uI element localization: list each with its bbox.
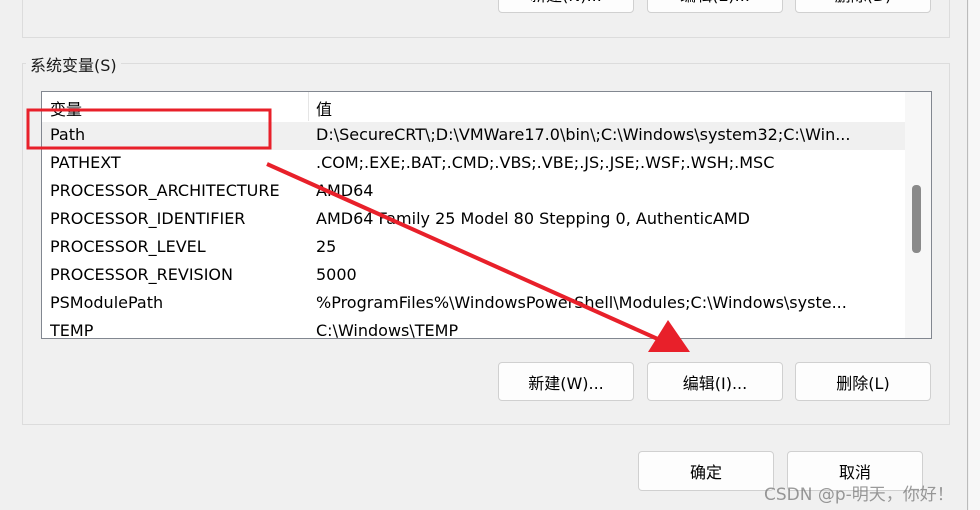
watermark: CSDN @p-明天，你好！ [764, 485, 954, 505]
annotation-overlay [26, 108, 690, 352]
arrow-line [266, 162, 661, 342]
highlight-box [26, 108, 272, 150]
